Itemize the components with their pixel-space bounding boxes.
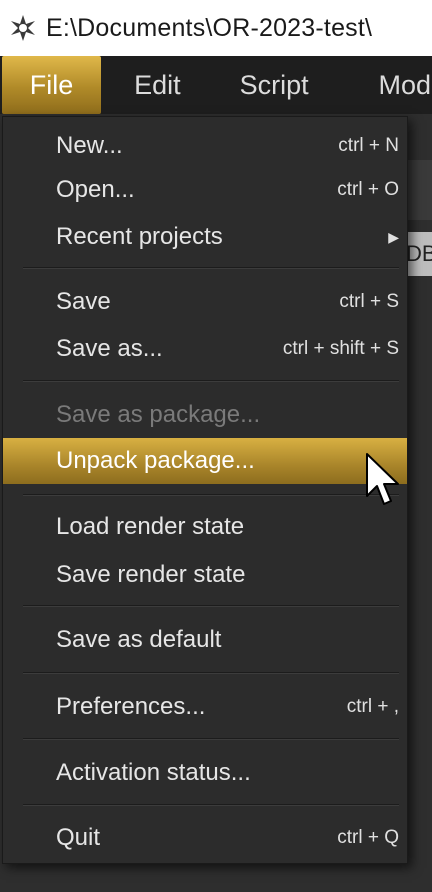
octane-logo-icon — [0, 0, 46, 56]
menu-item-quit[interactable]: Quit ctrl + Q — [3, 815, 407, 861]
menu-item-label: Save — [56, 288, 111, 315]
menu-item-load-render-state[interactable]: Load render state — [3, 504, 407, 550]
menu-separator — [23, 267, 399, 269]
menu-item-save-as[interactable]: Save as... ctrl + shift + S — [3, 326, 407, 372]
menu-item-label: Save as default — [56, 626, 222, 653]
shortcut-label: ctrl + Q — [337, 827, 399, 848]
menu-separator — [23, 738, 399, 740]
shortcut-label: ctrl + N — [338, 135, 399, 156]
menu-item-label: Save as... — [56, 335, 163, 362]
menu-item-open[interactable]: Open... ctrl + O — [3, 167, 407, 213]
menu-item-label: Recent projects — [56, 223, 223, 250]
menu-separator — [23, 494, 399, 496]
menu-separator — [23, 605, 399, 607]
menu-item-label: Preferences... — [56, 693, 206, 720]
menu-item-label: New... — [56, 132, 123, 159]
menu-separator — [23, 804, 399, 806]
mouse-cursor-icon — [366, 453, 399, 505]
title-bar: E:\Documents\OR-2023-test\ — [0, 0, 432, 56]
menu-script[interactable]: Script — [212, 56, 337, 114]
shortcut-label: ctrl + shift + S — [282, 338, 399, 359]
menu-module[interactable]: Mod — [337, 56, 432, 114]
menu-edit[interactable]: Edit — [103, 56, 212, 114]
menu-item-save-as-default[interactable]: Save as default — [3, 617, 407, 663]
menu-item-recent-projects[interactable]: Recent projects ▶ — [3, 214, 407, 260]
menu-item-label: Save render state — [56, 561, 246, 588]
shortcut-label: ctrl + , — [346, 696, 399, 717]
menu-item-preferences[interactable]: Preferences... ctrl + , — [3, 684, 407, 730]
menu-bar: File Edit Script Mod — [0, 56, 432, 114]
file-menu-dropdown: New... ctrl + N Open... ctrl + O Recent … — [2, 116, 408, 864]
submenu-arrow-icon: ▶ — [388, 228, 399, 245]
menu-file[interactable]: File — [2, 56, 101, 114]
menu-item-label: Quit — [56, 824, 101, 851]
menu-item-unpack-package[interactable]: Unpack package... — [3, 438, 407, 484]
menu-item-label: Save as package... — [56, 401, 261, 428]
menu-item-new[interactable]: New... ctrl + N — [3, 123, 407, 169]
shortcut-label: ctrl + S — [339, 291, 399, 312]
menu-item-save[interactable]: Save ctrl + S — [3, 279, 407, 325]
menu-item-label: Activation status... — [56, 759, 251, 786]
app-window: E:\Documents\OR-2023-test\ File Edit Scr… — [0, 0, 432, 892]
menu-separator — [23, 672, 399, 674]
menu-item-label: Open... — [56, 176, 135, 203]
menu-item-label: Unpack package... — [56, 447, 255, 474]
shortcut-label: ctrl + O — [337, 179, 399, 200]
window-title: E:\Documents\OR-2023-test\ — [46, 13, 373, 42]
menu-item-activation-status[interactable]: Activation status... — [3, 750, 407, 796]
menu-separator — [23, 380, 399, 382]
menu-item-save-as-package: Save as package... — [3, 392, 407, 438]
menu-item-save-render-state[interactable]: Save render state — [3, 552, 407, 598]
menu-item-label: Load render state — [56, 513, 245, 540]
